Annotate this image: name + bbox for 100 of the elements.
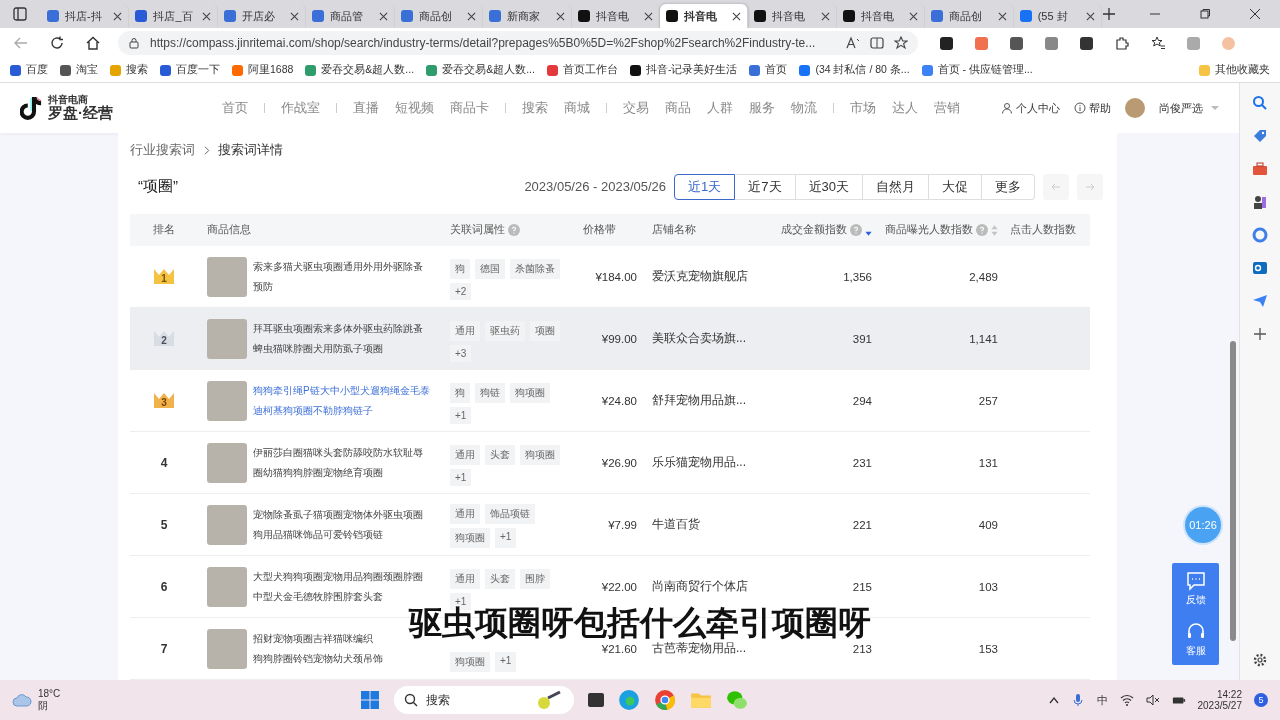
bookmark-link[interactable]: 首页 — [749, 63, 788, 77]
microphone-icon[interactable] — [1070, 693, 1085, 707]
nav-link[interactable]: 营销 — [934, 99, 960, 117]
bookmark-link[interactable]: 抖音-记录美好生活 — [629, 63, 738, 77]
tag-icon[interactable] — [1252, 128, 1268, 144]
bookmark-folder[interactable]: 其他收藏夹 — [1199, 63, 1270, 77]
nav-link[interactable]: 首页 — [222, 99, 248, 117]
nav-link[interactable]: 商城 — [564, 99, 590, 117]
clock-date[interactable]: 2023/5/27 — [1197, 700, 1242, 711]
range-tab[interactable]: 近1天 — [674, 173, 736, 200]
extension-icon[interactable] — [940, 36, 953, 50]
extension-icon[interactable] — [1080, 36, 1093, 50]
product-title-link[interactable]: 狗用品猫咪饰品可爱铃铛项链 — [253, 524, 383, 545]
chess-pieces-icon[interactable] — [1252, 194, 1268, 210]
close-icon[interactable] — [290, 11, 300, 21]
range-tab[interactable]: 自然月 — [863, 173, 929, 200]
bookmark-link[interactable]: 搜索 — [110, 63, 148, 77]
close-icon[interactable] — [1086, 11, 1096, 21]
nav-link[interactable]: 作战室 — [281, 99, 320, 117]
close-icon[interactable] — [113, 11, 123, 21]
range-tab[interactable]: 近30天 — [795, 173, 863, 200]
help-link[interactable]: 帮助 — [1074, 100, 1111, 116]
restore-icon[interactable] — [1200, 9, 1211, 19]
bookmark-link[interactable]: (34 封私信 / 80 条... — [799, 63, 910, 77]
avatar[interactable] — [1125, 98, 1145, 118]
bookmark-link[interactable]: 爱吞交易&超人数... — [426, 63, 535, 77]
close-icon[interactable] — [378, 11, 388, 21]
nav-link[interactable]: 达人 — [892, 99, 918, 117]
chrome-icon[interactable] — [654, 689, 677, 711]
shop-menu[interactable]: 尚俊严选 — [1159, 100, 1219, 116]
wifi-icon[interactable] — [1119, 693, 1134, 707]
bookmark-link[interactable]: 首页 - 供应链管理... — [921, 63, 1033, 77]
close-icon[interactable] — [201, 11, 211, 21]
close-icon[interactable] — [997, 11, 1007, 21]
nav-link[interactable]: 物流 — [791, 99, 817, 117]
nav-link[interactable]: 短视频 — [395, 99, 434, 117]
favorite-star-icon[interactable] — [894, 36, 908, 50]
search-field[interactable]: 搜索 — [394, 686, 575, 714]
close-icon[interactable] — [1250, 9, 1261, 19]
new-tab-icon[interactable] — [1102, 7, 1117, 21]
nav-link[interactable]: 商品 — [665, 99, 691, 117]
breadcrumb-link[interactable]: 行业搜索词 — [130, 141, 195, 160]
toolbox-icon[interactable] — [1252, 161, 1268, 177]
speaker-muted-icon[interactable] — [1145, 693, 1160, 707]
bookmark-link[interactable]: 淘宝 — [60, 63, 98, 77]
product-title-link[interactable]: 圈幼猫狗狗脖圈宠物绝育项圈 — [253, 462, 383, 483]
close-icon[interactable] — [555, 11, 565, 21]
close-icon[interactable] — [732, 11, 742, 21]
bookmark-link[interactable]: 阿里1688 — [232, 63, 294, 77]
task-view-icon[interactable] — [588, 693, 605, 707]
nav-link[interactable]: 市场 — [850, 99, 876, 117]
product-title-link[interactable]: 中型犬金毛德牧脖围脖套头套 — [253, 586, 383, 607]
browser-tab[interactable]: 抖音电 — [659, 4, 749, 28]
tab-actions-icon[interactable] — [13, 7, 27, 21]
product-title-link[interactable]: 蜱虫猫咪脖圈犬用防虱子项圈 — [253, 338, 383, 359]
input-method[interactable]: 中 — [1096, 692, 1108, 708]
support-button[interactable]: 反馈 — [1185, 570, 1206, 607]
product-title-link[interactable]: 预防 — [253, 276, 273, 297]
product-title-link[interactable]: 索来多猫犬驱虫项圈通用外用外驱除蚤 — [253, 256, 423, 277]
start-icon[interactable] — [360, 690, 381, 710]
bookmark-link[interactable]: 百度一下 — [160, 63, 220, 77]
product-title-link[interactable]: 伊丽莎白圈猫咪头套防舔咬防水软耻辱 — [253, 442, 423, 463]
range-tab[interactable]: 更多 — [982, 173, 1035, 200]
settings-icon[interactable] — [1252, 652, 1268, 668]
clock-time[interactable]: 14:22 — [1216, 689, 1242, 700]
support-button[interactable]: 客服 — [1185, 621, 1206, 658]
nav-link[interactable]: 直播 — [353, 99, 379, 117]
bookmark-link[interactable]: 首页工作台 — [546, 63, 618, 77]
refresh-icon[interactable] — [50, 36, 64, 50]
product-title-link[interactable]: 迪柯基狗项圈不勒脖狗链子 — [253, 400, 373, 421]
send-icon[interactable] — [1252, 293, 1268, 309]
read-aloud-icon[interactable] — [846, 36, 860, 50]
close-icon[interactable] — [820, 11, 830, 21]
mail-icon[interactable] — [1252, 260, 1268, 276]
nav-link[interactable]: 服务 — [749, 99, 775, 117]
range-tab[interactable]: 大促 — [929, 173, 982, 200]
extension-icon[interactable] — [1010, 36, 1023, 50]
close-icon[interactable] — [909, 11, 919, 21]
address-field[interactable]: https://compass.jinritemai.com/shop/search/industry-terms/detail?prepages%5B0%5D=%2Fshop%2Fsearch%2Findustry-te... — [118, 31, 918, 55]
copilot-icon[interactable] — [1252, 227, 1268, 243]
extensions-icon[interactable] — [1115, 36, 1129, 50]
personal-center-link[interactable]: 个人中心 — [1001, 100, 1060, 116]
home-icon[interactable] — [86, 36, 100, 50]
nav-link[interactable]: 人群 — [707, 99, 733, 117]
search-icon[interactable] — [1252, 95, 1268, 111]
product-title-link[interactable]: 狗狗脖圈铃铛宠物幼犬颈吊饰 — [253, 648, 383, 669]
close-icon[interactable] — [467, 11, 477, 21]
nav-link[interactable]: 商品卡 — [450, 99, 489, 117]
chevron-up-icon[interactable] — [1048, 695, 1059, 705]
product-title-link[interactable]: 宠物除蚤虱子猫项圈宠物体外驱虫项圈 — [253, 504, 423, 525]
product-title-link[interactable]: 招财宠物项圈吉祥猫咪编织 — [253, 628, 373, 649]
add-icon[interactable] — [1252, 326, 1268, 342]
notification-badge[interactable]: 5 — [1254, 693, 1268, 707]
bookmark-link[interactable]: 爱吞交易&超人数... — [305, 63, 415, 77]
product-title-link[interactable]: 拜耳驱虫项圈索来多体外驱虫药除跳蚤 — [253, 318, 423, 339]
range-tab[interactable]: 近7天 — [735, 173, 796, 200]
favorites-icon[interactable] — [1151, 36, 1165, 50]
nav-link[interactable]: 交易 — [623, 99, 649, 117]
bookmark-link[interactable]: 百度 — [10, 63, 48, 77]
product-title-link[interactable]: 大型犬狗狗项圈宠物用品狗圈颈圈脖圈 — [253, 566, 423, 587]
